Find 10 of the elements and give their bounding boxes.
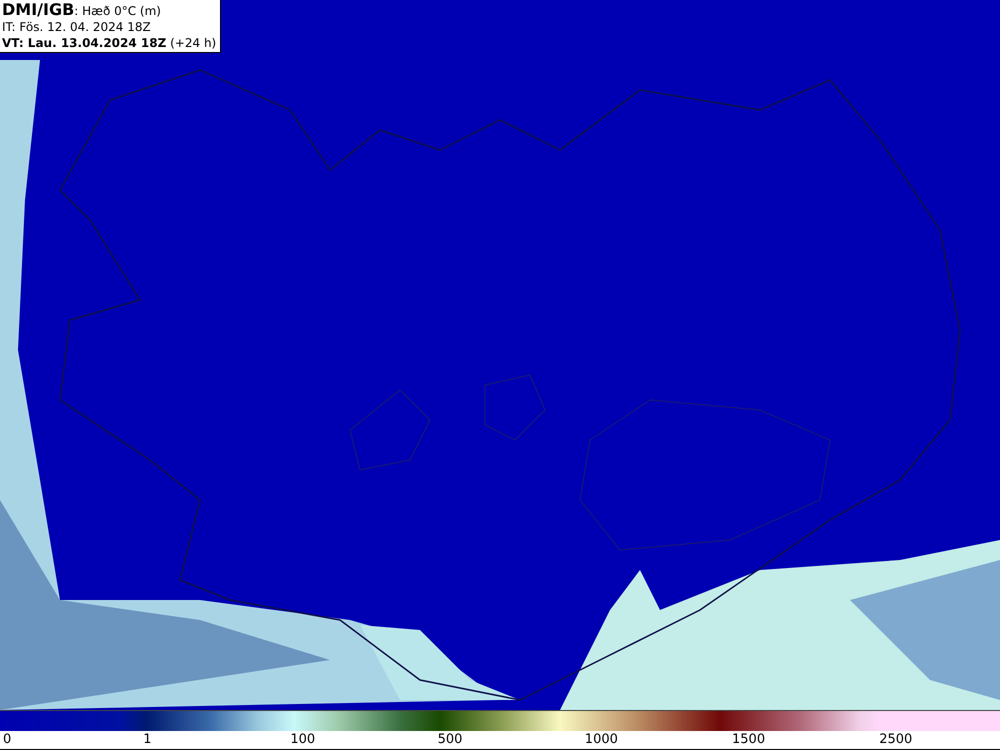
scale-label: 1000 xyxy=(584,732,618,748)
scale-label: 1 xyxy=(143,732,152,748)
scale-label: 1500 xyxy=(732,732,766,748)
scale-label: 100 xyxy=(290,732,316,748)
time-label: VT: Lau. 13.04.2024 18Z (+24 h) xyxy=(2,35,216,51)
scale-label: 2500 xyxy=(879,732,912,748)
scale-label: 500 xyxy=(438,732,462,748)
time-label: IT: Fös. 12. 04. 2024 18Z xyxy=(2,19,152,35)
map-title: DMI/IGB: Hæð 0°C (m) xyxy=(2,2,162,19)
scale-label: 0 xyxy=(3,732,12,748)
